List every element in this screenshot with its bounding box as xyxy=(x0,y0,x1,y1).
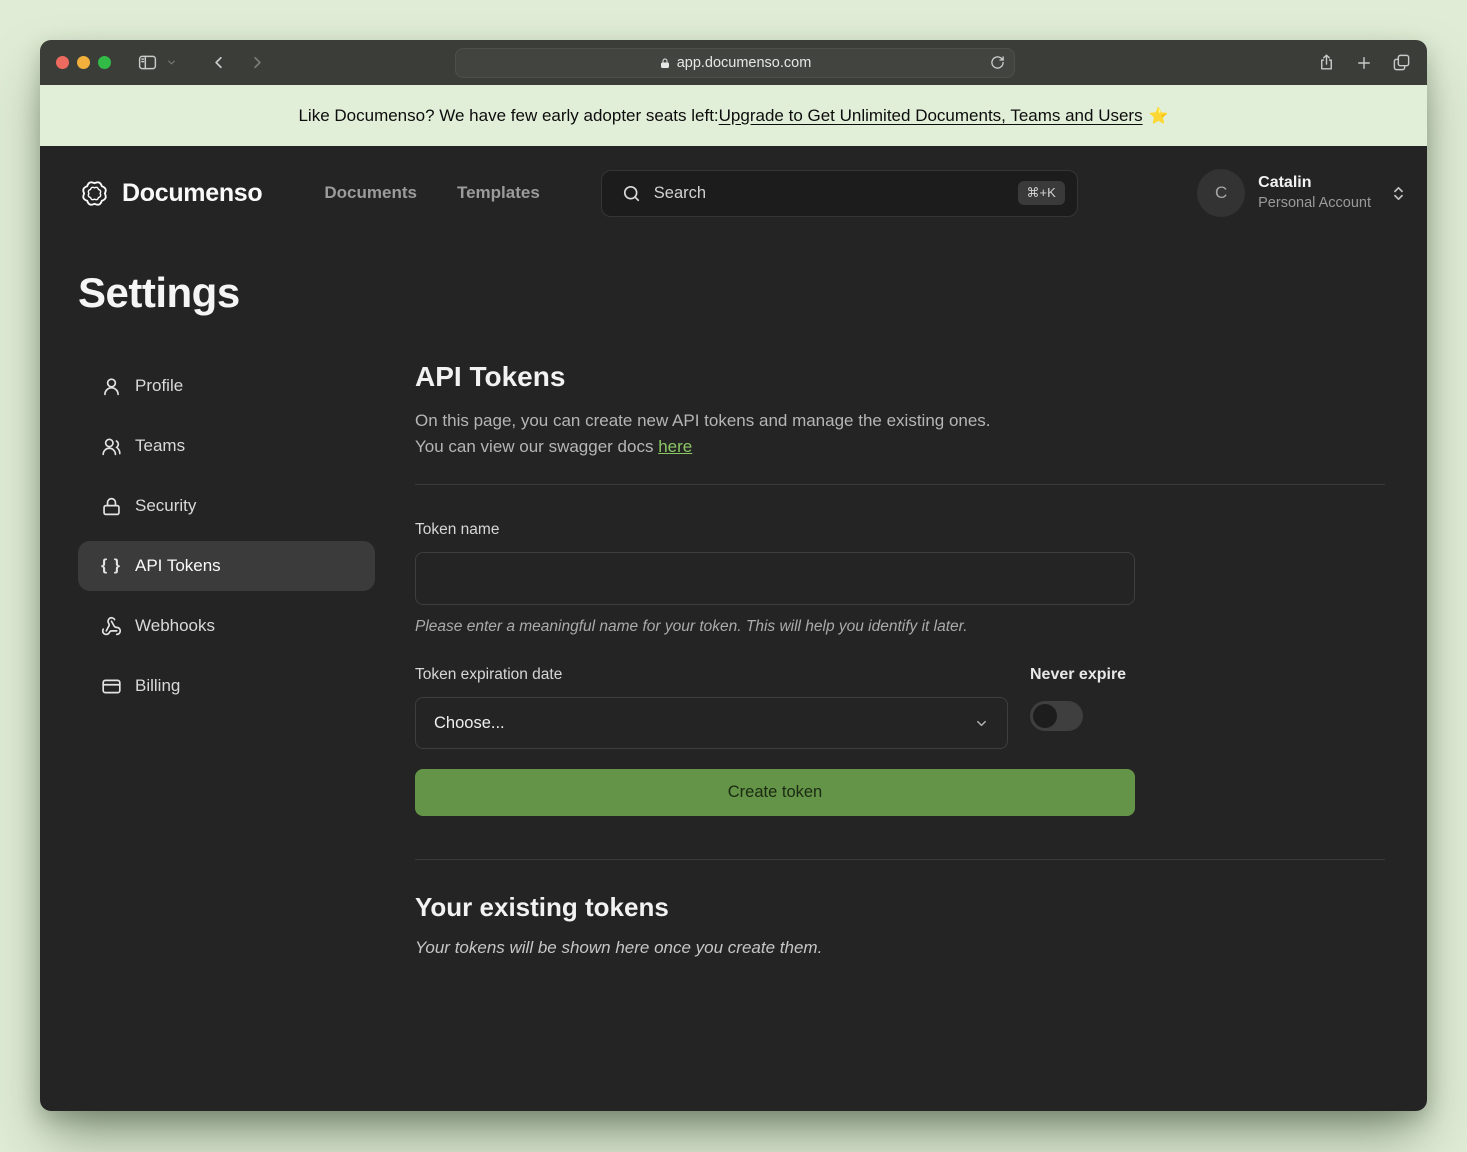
token-name-hint: Please enter a meaningful name for your … xyxy=(415,618,1135,636)
braces-icon: { } xyxy=(100,557,122,575)
nav-templates[interactable]: Templates xyxy=(457,183,540,203)
token-name-label: Token name xyxy=(415,521,1135,539)
sidebar-item-profile[interactable]: Profile xyxy=(78,361,375,411)
lock-icon xyxy=(100,496,122,517)
share-icon[interactable] xyxy=(1317,53,1336,72)
new-tab-icon[interactable] xyxy=(1355,54,1373,72)
promo-banner: Like Documenso? We have few early adopte… xyxy=(40,85,1427,146)
never-expire-label: Never expire xyxy=(1030,666,1126,684)
documenso-logo-icon xyxy=(78,177,111,210)
sidebar-item-label: Webhooks xyxy=(135,616,215,636)
account-menu[interactable]: C Catalin Personal Account xyxy=(1197,169,1407,217)
brand[interactable]: Documenso xyxy=(78,177,262,210)
address-bar[interactable]: app.documenso.com xyxy=(455,48,1015,78)
expiration-select-value: Choose... xyxy=(434,714,505,733)
search-input[interactable] xyxy=(654,184,1005,203)
sidebar-item-webhooks[interactable]: Webhooks xyxy=(78,601,375,651)
never-expire-toggle[interactable] xyxy=(1030,701,1083,731)
divider xyxy=(415,859,1385,860)
url-text: app.documenso.com xyxy=(677,55,812,71)
chevron-down-icon xyxy=(974,716,989,731)
token-name-input[interactable] xyxy=(415,552,1135,605)
tls-lock-icon xyxy=(659,57,671,70)
credit-card-icon xyxy=(100,676,122,697)
expiration-select[interactable]: Choose... xyxy=(415,697,1008,749)
account-type: Personal Account xyxy=(1258,194,1371,213)
api-tokens-panel: API Tokens On this page, you can create … xyxy=(415,361,1385,958)
traffic-lights xyxy=(56,56,111,69)
app-content: Documenso Documents Templates ⌘+K C Cata… xyxy=(40,146,1427,1111)
main-nav: Documents Templates xyxy=(324,183,539,203)
sidebar-item-label: Billing xyxy=(135,676,180,696)
zoom-window-button[interactable] xyxy=(98,56,111,69)
create-token-button[interactable]: Create token xyxy=(415,769,1135,816)
settings-sidebar: Profile Teams Security { } API Token xyxy=(78,361,375,958)
users-icon xyxy=(100,436,122,457)
sidebar-item-api-tokens[interactable]: { } API Tokens xyxy=(78,541,375,591)
sidebar-item-security[interactable]: Security xyxy=(78,481,375,531)
forward-icon[interactable] xyxy=(248,53,267,72)
sidebar-item-label: Teams xyxy=(135,436,185,456)
section-description: On this page, you can create new API tok… xyxy=(415,408,1385,460)
upgrade-link[interactable]: Upgrade to Get Unlimited Documents, Team… xyxy=(719,106,1143,126)
browser-toolbar: app.documenso.com xyxy=(40,40,1427,85)
search-icon xyxy=(622,184,641,203)
chevrons-up-down-icon xyxy=(1390,185,1407,202)
sidebar-item-label: Security xyxy=(135,496,196,516)
page-title: Settings xyxy=(78,269,1427,317)
account-name: Catalin xyxy=(1258,173,1371,194)
webhook-icon xyxy=(100,616,122,637)
user-icon xyxy=(100,376,122,397)
sidebar-item-label: Profile xyxy=(135,376,183,396)
search-bar[interactable]: ⌘+K xyxy=(601,170,1078,217)
browser-window: app.documenso.com xyxy=(40,40,1427,1111)
app-header: Documenso Documents Templates ⌘+K C Cata… xyxy=(40,146,1427,217)
avatar: C xyxy=(1197,169,1245,217)
brand-name: Documenso xyxy=(122,179,262,208)
back-icon[interactable] xyxy=(209,53,228,72)
section-heading: API Tokens xyxy=(415,361,1385,393)
sidebar-item-label: API Tokens xyxy=(135,556,221,576)
expiration-label: Token expiration date xyxy=(415,666,1008,684)
existing-tokens-note: Your tokens will be shown here once you … xyxy=(415,938,1385,958)
toggle-knob xyxy=(1033,704,1057,728)
tab-overview-icon[interactable] xyxy=(1392,53,1411,72)
existing-tokens-heading: Your existing tokens xyxy=(415,892,1385,923)
star-emoji: ⭐ xyxy=(1149,106,1169,126)
sidebar-toggle-icon[interactable] xyxy=(137,52,158,73)
search-shortcut-badge: ⌘+K xyxy=(1018,181,1065,205)
minimize-window-button[interactable] xyxy=(77,56,90,69)
close-window-button[interactable] xyxy=(56,56,69,69)
sidebar-item-billing[interactable]: Billing xyxy=(78,661,375,711)
promo-banner-text: Like Documenso? We have few early adopte… xyxy=(298,106,718,126)
sidebar-item-teams[interactable]: Teams xyxy=(78,421,375,471)
divider xyxy=(415,484,1385,485)
sidebar-chevron-down-icon[interactable] xyxy=(166,57,177,68)
reload-icon[interactable] xyxy=(990,55,1005,70)
nav-documents[interactable]: Documents xyxy=(324,183,417,203)
swagger-docs-link[interactable]: here xyxy=(658,437,692,456)
create-token-form: Token name Please enter a meaningful nam… xyxy=(415,521,1135,816)
